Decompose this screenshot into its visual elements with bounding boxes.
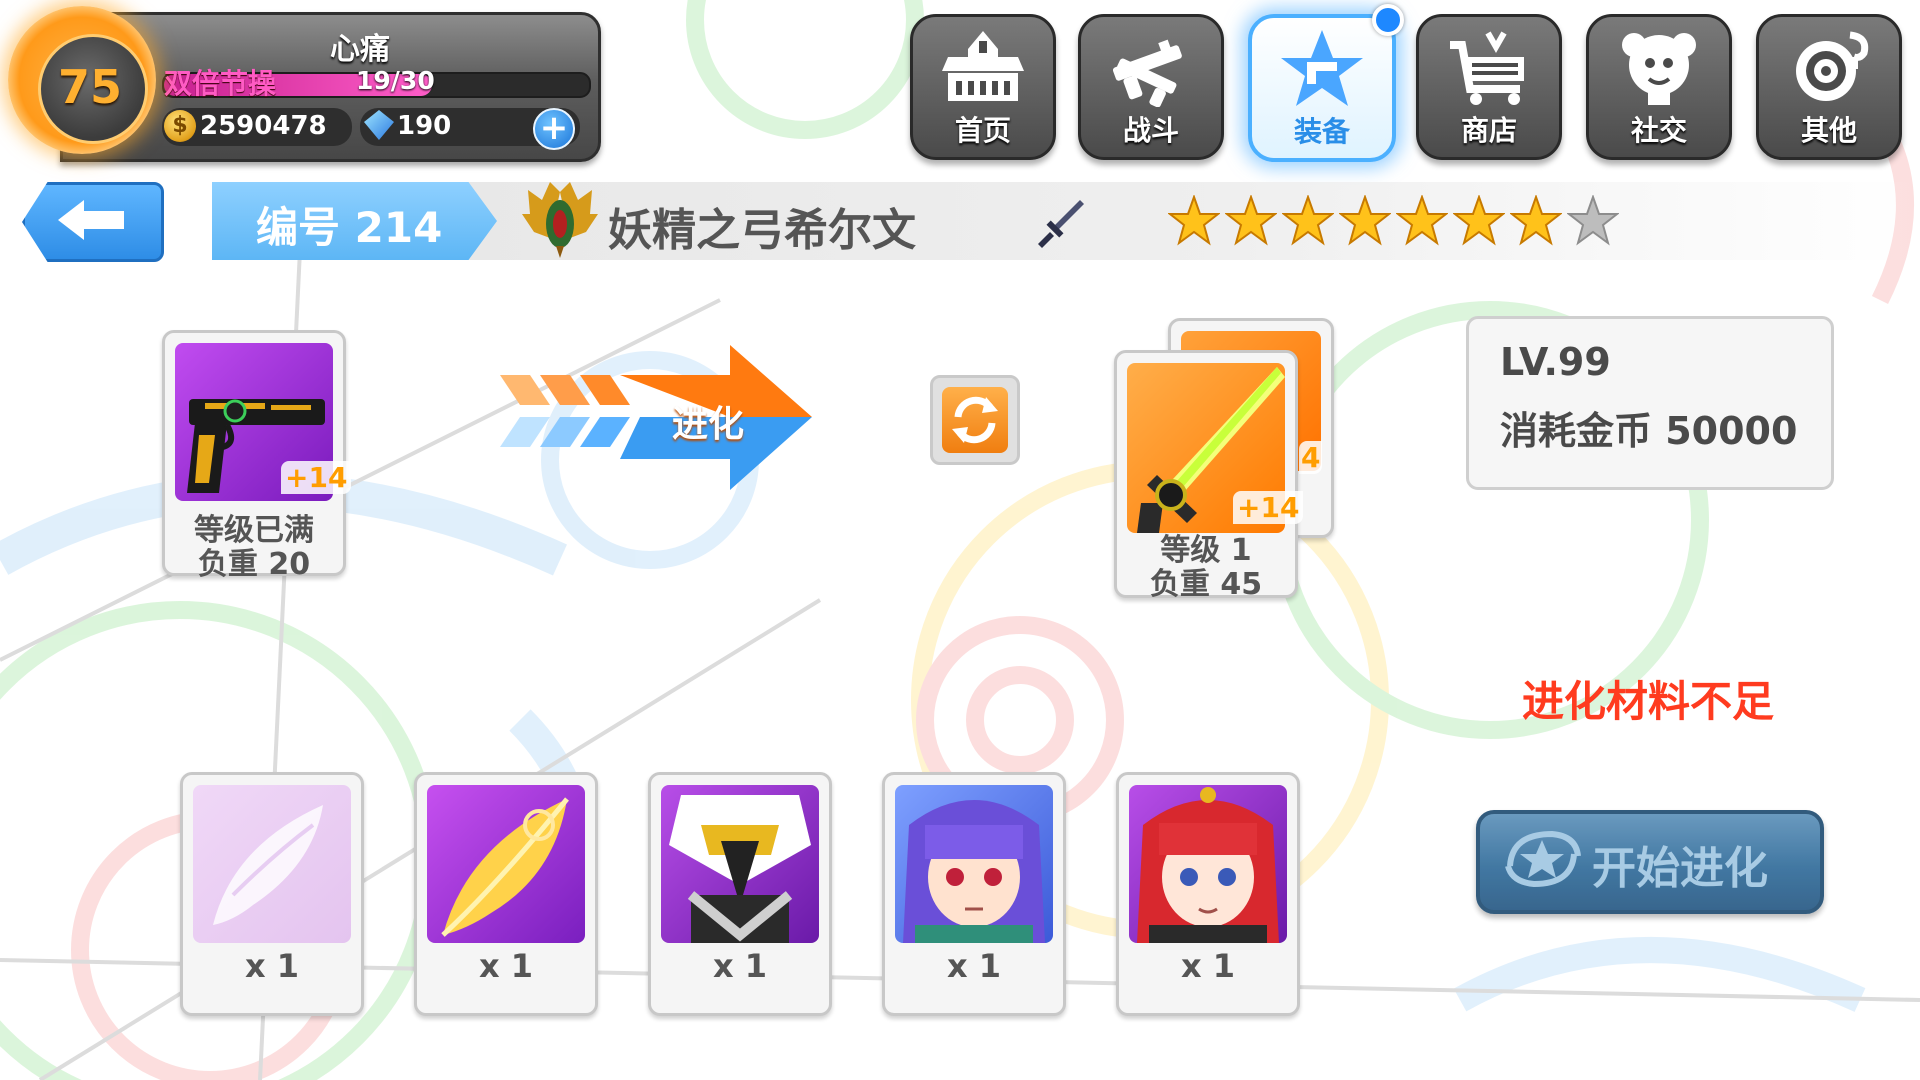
source-item-card[interactable]: +14 等级已满 负重 20 [162, 330, 352, 582]
nav-shop-label: 商店 [1460, 114, 1517, 147]
social-icon [1622, 33, 1696, 105]
nav-social-label: 社交 [1630, 114, 1687, 147]
gem-value: 190 [397, 111, 452, 141]
evolve-arrow-icon [500, 345, 812, 490]
nav-other-button[interactable]: 其他 [1756, 14, 1902, 160]
red-hair-elf-icon [1137, 787, 1279, 943]
nav-shop-button[interactable]: 商店 [1416, 14, 1562, 160]
star-swirl-icon [1505, 830, 1581, 888]
material-3-count: x 1 [712, 947, 768, 985]
target-level: LV.99 [1500, 340, 1611, 384]
source-plus-level: +14 [281, 461, 352, 494]
result-back-plus: 4 [1299, 441, 1323, 474]
start-evolution-label: 开始进化 [1592, 843, 1768, 894]
insufficient-materials-warning: 进化材料不足 [1522, 677, 1775, 726]
result-weight: 负重 45 [1149, 567, 1263, 602]
star-filled-icon [1510, 195, 1562, 246]
star-filled-icon [1225, 195, 1277, 246]
result-plus-level: +14 [1233, 491, 1304, 524]
material-2-image [427, 785, 585, 943]
player-level-badge[interactable]: 75 [8, 6, 156, 154]
nav-other-label: 其他 [1800, 114, 1857, 147]
back-arrow-icon [58, 200, 124, 240]
coin-icon: $ [164, 110, 196, 142]
stamina-label: 双倍节操 [164, 67, 277, 100]
nav-battle-label: 战斗 [1122, 114, 1179, 147]
nav-battle-button[interactable]: 战斗 [1078, 14, 1224, 160]
player-name: 心痛 [330, 32, 390, 67]
material-slot-3[interactable]: x 1 [648, 772, 832, 1016]
nav-equipment-button[interactable]: 装备 [1248, 14, 1396, 162]
material-3-image [661, 785, 819, 943]
eagle-mask-character-icon [669, 795, 811, 943]
material-slot-2[interactable]: x 1 [414, 772, 598, 1016]
coin-value: 2590478 [200, 111, 327, 141]
material-5-count: x 1 [1180, 947, 1236, 985]
material-4-image [895, 785, 1053, 943]
add-currency-button[interactable]: + [533, 108, 575, 150]
item-name: 妖精之弓希尔文 [608, 205, 916, 256]
star-filled-icon [1339, 195, 1391, 246]
star-filled-icon [1168, 195, 1220, 246]
evolve-arrow-label: 进化 [672, 404, 745, 445]
faded-wing-icon [213, 805, 323, 925]
material-slot-4[interactable]: x 1 [882, 772, 1066, 1016]
nav-home-label: 首页 [954, 114, 1011, 147]
material-5-image [1129, 785, 1287, 943]
refresh-icon [952, 396, 998, 444]
player-level: 75 [57, 60, 122, 114]
wing-crest-icon [522, 182, 598, 258]
star-empty-icon [1567, 195, 1619, 246]
star-filled-icon [1282, 195, 1334, 246]
stamina-value: 19/30 [356, 66, 435, 95]
material-4-count: x 1 [946, 947, 1002, 985]
star-filled-icon [1396, 195, 1448, 246]
result-item-card[interactable]: +14 等级 1 负重 45 [1114, 350, 1304, 602]
material-1-count: x 1 [244, 947, 300, 985]
material-slot-1[interactable]: x 1 [180, 772, 364, 1016]
other-icon [1796, 31, 1869, 101]
material-2-count: x 1 [478, 947, 534, 985]
sword-type-icon [1038, 200, 1084, 248]
golden-wing-icon [441, 797, 569, 937]
equipment-icon [1281, 30, 1363, 106]
purple-hair-elf-icon [903, 800, 1045, 943]
star-filled-icon [1453, 195, 1505, 246]
home-icon [942, 31, 1024, 101]
material-1-image [193, 785, 351, 943]
source-weight: 负重 20 [197, 547, 311, 582]
notification-dot [1372, 4, 1404, 36]
swap-button-face [942, 387, 1008, 453]
swap-button[interactable] [930, 375, 1020, 465]
nav-equipment-label: 装备 [1293, 115, 1350, 148]
gold-cost: 消耗金币 50000 [1500, 409, 1798, 453]
item-number: 编号 214 [256, 203, 443, 252]
battle-icon [1112, 39, 1182, 107]
material-slot-5[interactable]: x 1 [1116, 772, 1300, 1016]
shop-icon [1450, 31, 1524, 105]
nav-social-button[interactable]: 社交 [1586, 14, 1732, 160]
nav-home-button[interactable]: 首页 [910, 14, 1056, 160]
